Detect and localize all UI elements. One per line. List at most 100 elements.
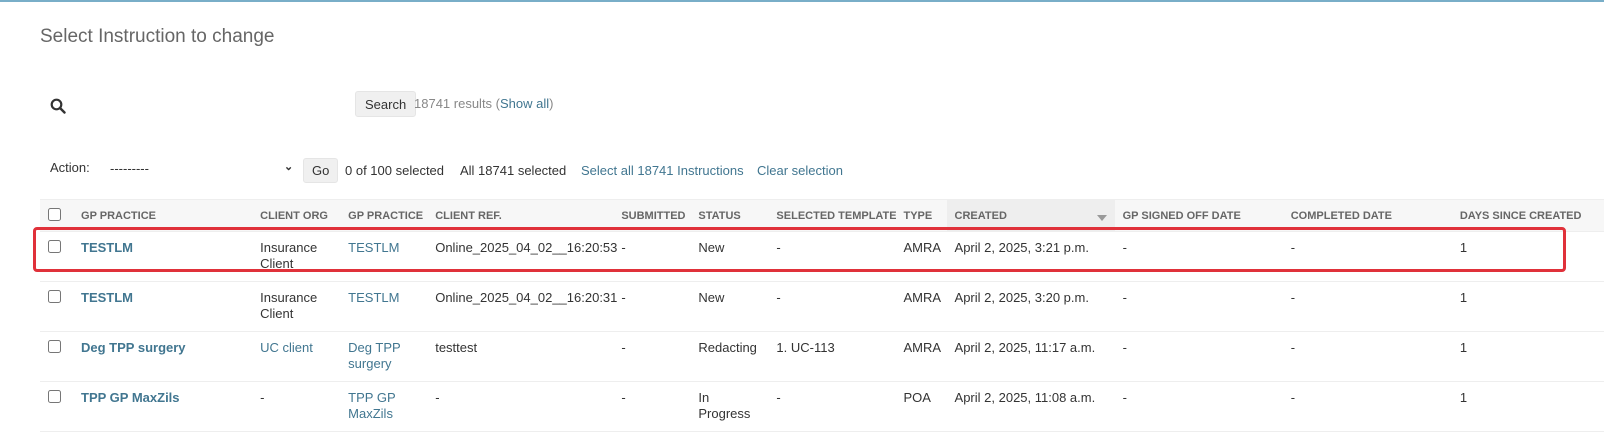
row-checkbox[interactable] <box>48 340 61 353</box>
status-cell: New <box>690 281 769 332</box>
gp-practice-2-cell: Deg TPP surgery <box>340 331 428 382</box>
template-cell: - <box>768 231 896 282</box>
template-cell: - <box>768 281 896 332</box>
submitted-cell: - <box>613 281 691 332</box>
action-selected-option: --------- <box>110 161 149 176</box>
client-ref-cell: Online_2025_04_02__16:20:31 <box>427 281 617 332</box>
row-checkbox-cell <box>40 331 74 382</box>
gp-practice-2-link[interactable]: TESTLM <box>348 290 399 305</box>
completed-cell: - <box>1282 231 1452 282</box>
row-checkbox[interactable] <box>48 240 61 253</box>
template-cell: - <box>768 381 896 432</box>
row-checkbox[interactable] <box>48 290 61 303</box>
chevron-down-icon: ⌄ <box>284 161 294 173</box>
created-cell: April 2, 2025, 11:17 a.m. <box>946 331 1115 382</box>
column-header[interactable]: SELECTED TEMPLATE <box>768 199 896 232</box>
created-cell: April 2, 2025, 3:20 p.m. <box>946 281 1115 332</box>
column-header[interactable]: TYPE <box>895 199 947 232</box>
gp-signed-off-cell: - <box>1114 281 1283 332</box>
type-cell: AMRA <box>895 281 947 332</box>
days-cell: 1 <box>1451 231 1604 282</box>
completed-cell: - <box>1282 281 1452 332</box>
search-icon <box>50 98 66 114</box>
column-header[interactable]: SUBMITTED <box>613 199 691 232</box>
days-cell: 1 <box>1451 381 1604 432</box>
gp-practice-link[interactable]: TESTLM <box>81 240 133 255</box>
select-all-link[interactable]: Select all 18741 Instructions <box>581 163 744 178</box>
results-count: 18741 results ( <box>414 96 500 111</box>
gp-practice-link[interactable]: TESTLM <box>81 290 133 305</box>
days-cell: 1 <box>1451 331 1604 382</box>
column-header[interactable]: DAYS SINCE CREATED <box>1451 199 1604 232</box>
results-close: ) <box>549 96 554 111</box>
status-cell: Redacting <box>690 331 769 382</box>
go-button[interactable]: Go <box>303 158 339 183</box>
submitted-cell: - <box>613 331 691 382</box>
all-selected-text: All 18741 selected <box>460 163 567 178</box>
gp-signed-off-cell: - <box>1114 381 1283 432</box>
column-header[interactable]: GP PRACTICE <box>340 199 428 232</box>
completed-cell: - <box>1282 381 1452 432</box>
client-org-link[interactable]: UC client <box>260 340 313 355</box>
gp-practice-cell: TESTLM <box>73 231 253 282</box>
top-accent-bar <box>0 0 1604 2</box>
column-header[interactable]: GP SIGNED OFF DATE <box>1114 199 1283 232</box>
search-input[interactable] <box>72 92 338 118</box>
client-org-cell: Insurance Client <box>252 231 341 282</box>
column-header[interactable]: COMPLETED DATE <box>1282 199 1452 232</box>
show-all-link[interactable]: Show all <box>500 96 549 111</box>
select-all-checkbox[interactable] <box>48 207 61 221</box>
table-row: TESTLM Insurance Client TESTLM Online_20… <box>40 281 1604 332</box>
submitted-cell: - <box>613 231 691 282</box>
row-checkbox[interactable] <box>48 390 61 403</box>
results-summary: 18741 results (Show all) <box>414 96 553 111</box>
row-checkbox-cell <box>40 231 74 282</box>
action-select[interactable]: --------- ⌄ <box>110 158 295 180</box>
page-title: Select Instruction to change <box>40 26 275 47</box>
client-ref-cell: Online_2025_04_02__16:20:53 <box>427 231 617 282</box>
table-row: TPP GP MaxZils - TPP GP MaxZils - - In P… <box>40 381 1604 432</box>
row-checkbox-cell <box>40 281 74 332</box>
gp-signed-off-cell: - <box>1114 331 1283 382</box>
gp-practice-cell: TPP GP MaxZils <box>73 381 253 432</box>
type-cell: AMRA <box>895 331 947 382</box>
sorted-column-label: CREATED <box>954 209 1007 222</box>
gp-practice-2-link[interactable]: TPP GP MaxZils <box>348 390 395 421</box>
gp-practice-cell: Deg TPP surgery <box>73 331 253 382</box>
gp-practice-2-link[interactable]: Deg TPP surgery <box>348 340 400 371</box>
submitted-cell: - <box>613 381 691 432</box>
client-org-cell: Insurance Client <box>252 281 341 332</box>
table-row: Deg TPP surgery UC client Deg TPP surger… <box>40 331 1604 382</box>
gp-practice-2-cell: TESTLM <box>340 231 428 282</box>
column-header[interactable]: GP PRACTICE <box>73 199 253 232</box>
column-header-sorted[interactable]: CREATED <box>946 199 1115 232</box>
gp-practice-2-link[interactable]: TESTLM <box>348 240 399 255</box>
gp-practice-cell: TESTLM <box>73 281 253 332</box>
gp-signed-off-cell: - <box>1114 231 1283 282</box>
column-header[interactable]: CLIENT ORG <box>252 199 341 232</box>
selection-counter: 0 of 100 selected <box>345 163 445 178</box>
result-table: GP PRACTICE CLIENT ORG GP PRACTICE CLIEN… <box>40 199 1604 432</box>
status-cell: New <box>690 231 769 282</box>
completed-cell: - <box>1282 331 1452 382</box>
client-org-cell: UC client <box>252 331 341 382</box>
created-cell: April 2, 2025, 11:08 a.m. <box>946 381 1115 432</box>
sort-descending-icon[interactable] <box>1096 215 1107 221</box>
client-ref-cell: - <box>427 381 614 432</box>
client-org-cell: - <box>252 381 341 432</box>
table-row: TESTLM Insurance Client TESTLM Online_20… <box>40 231 1604 282</box>
gp-practice-link[interactable]: Deg TPP surgery <box>81 340 186 355</box>
gp-practice-2-cell: TPP GP MaxZils <box>340 381 428 432</box>
template-cell: 1. UC-113 <box>768 331 896 382</box>
clear-selection-link[interactable]: Clear selection <box>757 163 843 178</box>
row-checkbox-cell <box>40 381 74 432</box>
column-header[interactable]: STATUS <box>690 199 769 232</box>
search-button[interactable]: Search <box>355 91 417 117</box>
action-label: Action: <box>50 160 90 175</box>
table-header: GP PRACTICE CLIENT ORG GP PRACTICE CLIEN… <box>40 199 1604 232</box>
gp-practice-2-cell: TESTLM <box>340 281 428 332</box>
select-all-checkbox-cell <box>40 199 74 232</box>
gp-practice-link[interactable]: TPP GP MaxZils <box>81 390 180 405</box>
created-cell: April 2, 2025, 3:21 p.m. <box>946 231 1115 282</box>
column-header[interactable]: CLIENT REF. <box>427 199 614 232</box>
